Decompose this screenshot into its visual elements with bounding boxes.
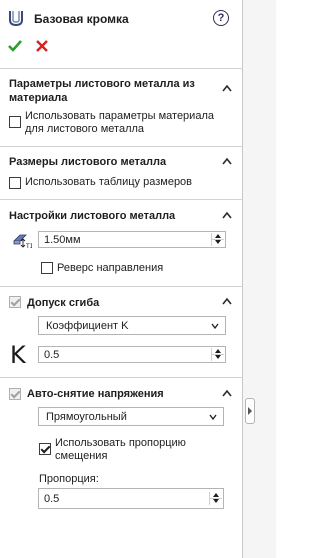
use-offset-ratio-label: Использовать пропорцию смещения bbox=[55, 437, 186, 462]
use-material-params-label: Использовать параметры материала для лис… bbox=[25, 110, 214, 135]
use-material-params-checkbox[interactable] bbox=[9, 116, 21, 128]
section-title-settings: Настройки листового металла bbox=[9, 210, 176, 222]
k-factor-input[interactable]: 0.5 bbox=[38, 346, 226, 363]
section-title-bend: Допуск сгиба bbox=[27, 297, 100, 309]
chevron-up-icon[interactable] bbox=[222, 84, 232, 92]
section-divider bbox=[0, 286, 242, 287]
collapse-pane-handle[interactable] bbox=[245, 398, 255, 424]
section-divider bbox=[0, 199, 242, 200]
chevron-up-icon[interactable] bbox=[222, 211, 232, 219]
section-title-relief: Авто-снятие напряжения bbox=[27, 388, 164, 400]
chevron-down-icon bbox=[211, 323, 219, 329]
section-divider bbox=[0, 68, 242, 69]
relief-type-value: Прямоугольный bbox=[46, 411, 127, 423]
use-size-table-label: Использовать таблицу размеров bbox=[25, 176, 193, 188]
section-divider bbox=[0, 146, 242, 147]
property-manager: Базовая кромка ? Параметры листового мет… bbox=[0, 0, 242, 558]
auto-relief-checkbox bbox=[9, 388, 21, 400]
ok-check-icon[interactable] bbox=[7, 38, 23, 54]
chevron-up-icon[interactable] bbox=[222, 297, 232, 305]
k-factor-spinner[interactable] bbox=[211, 348, 224, 361]
ratio-label: Пропорция: bbox=[39, 473, 99, 485]
chevron-up-icon[interactable] bbox=[222, 389, 232, 397]
section-divider bbox=[0, 377, 242, 378]
reverse-direction-checkbox[interactable] bbox=[41, 262, 53, 274]
thickness-spinner[interactable] bbox=[211, 233, 224, 246]
chevron-down-icon bbox=[209, 414, 217, 420]
base-flange-icon bbox=[9, 11, 23, 27]
ratio-value: 0.5 bbox=[44, 493, 60, 505]
section-title-material: Параметры листового металла из материала bbox=[9, 78, 195, 104]
k-factor-icon: K bbox=[10, 341, 26, 369]
ratio-input[interactable]: 0.5 bbox=[38, 488, 224, 509]
side-gutter bbox=[243, 0, 276, 558]
thickness-icon: T1 bbox=[13, 234, 32, 249]
relief-type-dropdown[interactable]: Прямоугольный bbox=[38, 407, 224, 426]
feature-title: Базовая кромка bbox=[34, 12, 129, 26]
k-factor-value: 0.5 bbox=[44, 349, 60, 361]
use-offset-ratio-checkbox[interactable] bbox=[39, 443, 51, 455]
section-title-sizes: Размеры листового металла bbox=[9, 156, 167, 168]
bend-type-dropdown[interactable]: Коэффициент K bbox=[38, 316, 226, 335]
thickness-value: 1.50мм bbox=[44, 234, 81, 246]
bend-type-value: Коэффициент K bbox=[46, 320, 129, 332]
svg-text:T1: T1 bbox=[25, 243, 32, 249]
ratio-spinner[interactable] bbox=[209, 492, 222, 505]
reverse-direction-label: Реверс направления bbox=[57, 262, 164, 274]
use-size-table-checkbox[interactable] bbox=[9, 177, 21, 189]
thickness-input[interactable]: 1.50мм bbox=[38, 231, 226, 248]
cancel-x-icon[interactable] bbox=[35, 39, 49, 53]
help-icon[interactable]: ? bbox=[213, 10, 229, 26]
chevron-up-icon[interactable] bbox=[222, 157, 232, 165]
bend-allowance-checkbox bbox=[9, 296, 21, 308]
